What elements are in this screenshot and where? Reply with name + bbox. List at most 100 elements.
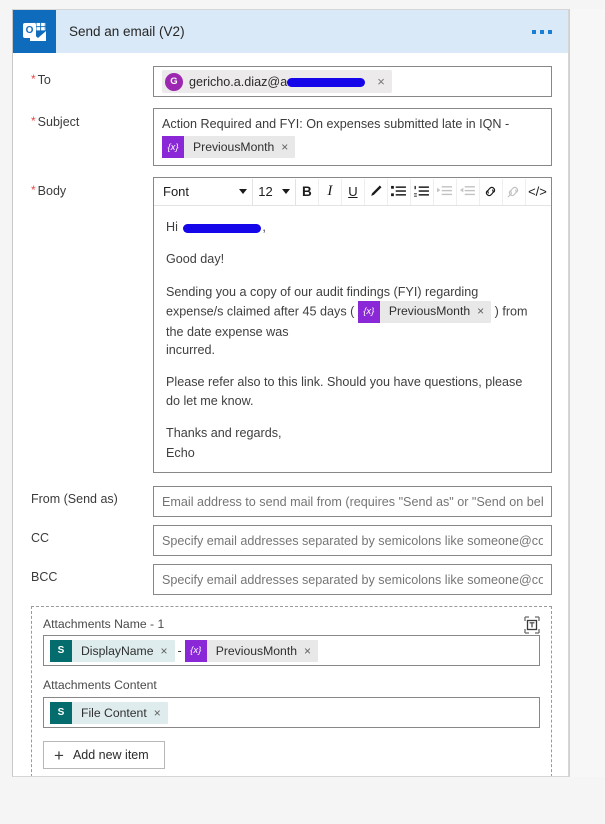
sharepoint-icon: S bbox=[50, 639, 72, 662]
italic-icon: I bbox=[327, 183, 333, 199]
remove-token-icon[interactable]: × bbox=[154, 706, 168, 720]
label-from: From (Send as) bbox=[31, 492, 118, 507]
attachments-content-label: Attachments Content - 1 bbox=[43, 678, 157, 693]
numbered-list-icon bbox=[414, 185, 430, 198]
attachment-name-separator: - bbox=[177, 643, 182, 658]
subject-text: Action Required and FYI: On expenses sub… bbox=[162, 117, 510, 131]
attachments-name-input[interactable]: S DisplayName × - {x} PreviousMonth × bbox=[43, 635, 540, 667]
font-family-value: Font bbox=[163, 184, 190, 199]
font-family-dropdown[interactable]: Font bbox=[156, 178, 254, 205]
insert-link-icon bbox=[483, 184, 498, 199]
card-title: Send an email (V2) bbox=[69, 24, 185, 39]
token-label: PreviousMonth bbox=[215, 643, 297, 658]
remove-link-icon bbox=[506, 184, 521, 199]
underline-button[interactable]: U bbox=[342, 178, 365, 205]
bcc-input[interactable] bbox=[153, 564, 552, 596]
variable-icon: {x} bbox=[184, 639, 207, 662]
card-body: * To G gericho.a.diaz@a × * Subject Acti… bbox=[13, 53, 568, 776]
subject-input[interactable]: Action Required and FYI: On expenses sub… bbox=[153, 108, 552, 166]
recipient-email: gericho.a.diaz@a bbox=[189, 75, 370, 89]
body-signoff-line2: Echo bbox=[166, 446, 195, 460]
variable-icon: {x} bbox=[162, 136, 184, 158]
dynamic-token-displayname[interactable]: S DisplayName × bbox=[50, 639, 175, 662]
from-input[interactable] bbox=[153, 486, 552, 518]
rte-content-area[interactable]: Hi , Good day! Sending you a copy of our… bbox=[154, 206, 551, 472]
chevron-down-icon bbox=[239, 189, 248, 194]
required-asterisk-to: * bbox=[31, 72, 36, 86]
field-row-cc: CC bbox=[13, 525, 568, 557]
label-cc: CC bbox=[31, 531, 50, 546]
increase-indent-button[interactable] bbox=[434, 178, 457, 205]
attachments-content-input[interactable]: S File Content × bbox=[43, 697, 540, 729]
underline-icon: U bbox=[348, 184, 358, 199]
pen-highlight-icon bbox=[368, 184, 383, 199]
body-paragraph-link: Please refer also to this link. Should y… bbox=[166, 375, 523, 408]
to-input[interactable]: G gericho.a.diaz@a × bbox=[153, 66, 552, 97]
dynamic-token-previousmonth[interactable]: {x} PreviousMonth × bbox=[162, 136, 296, 158]
token-label: PreviousMonth bbox=[193, 140, 275, 154]
field-row-subject: * Subject Action Required and FYI: On exp… bbox=[13, 108, 568, 166]
dynamic-token-previousmonth[interactable]: {x} PreviousMonth × bbox=[357, 300, 492, 323]
remove-recipient-icon[interactable]: × bbox=[377, 74, 385, 89]
required-asterisk-body: * bbox=[31, 183, 36, 197]
field-row-body: * Body Font 12 B I U </> Hi , Good day! … bbox=[13, 177, 568, 474]
decrease-indent-button[interactable] bbox=[457, 178, 480, 205]
label-bcc: BCC bbox=[31, 570, 58, 585]
body-paragraph-audit: Sending you a copy of our audit findings… bbox=[166, 284, 528, 358]
bold-button[interactable]: B bbox=[296, 178, 319, 205]
chevron-down-icon bbox=[281, 189, 290, 194]
token-label: DisplayName bbox=[81, 643, 154, 658]
token-label: File Content bbox=[81, 705, 147, 720]
plus-icon: + bbox=[54, 745, 64, 765]
right-gutter bbox=[569, 9, 605, 777]
sharepoint-icon: S bbox=[50, 701, 72, 724]
label-body: * Body bbox=[31, 183, 67, 198]
remove-link-button[interactable] bbox=[503, 178, 526, 205]
font-size-dropdown[interactable]: 12 bbox=[253, 178, 296, 205]
rich-text-editor: Font 12 B I U </> Hi , Good day! Sending… bbox=[153, 177, 552, 474]
label-to: * To bbox=[31, 72, 51, 87]
body-greeting: Hi , bbox=[166, 220, 266, 234]
code-view-icon: </> bbox=[528, 184, 547, 199]
switch-to-text-mode-icon[interactable] bbox=[522, 615, 542, 635]
outlook-icon: O bbox=[13, 10, 56, 53]
remove-token-icon[interactable]: × bbox=[304, 644, 318, 658]
attachments-group: Attachments Name - 1 S DisplayName × - {… bbox=[31, 606, 552, 776]
token-label: PreviousMonth bbox=[388, 303, 471, 318]
bold-icon: B bbox=[301, 184, 312, 199]
label-subject: * Subject bbox=[31, 114, 80, 129]
insert-link-button[interactable] bbox=[480, 178, 503, 205]
redaction-mark bbox=[287, 78, 366, 88]
add-new-item-button[interactable]: + Add new item bbox=[43, 741, 165, 770]
rte-toolbar: Font 12 B I U </> bbox=[154, 178, 551, 206]
remove-token-icon[interactable]: × bbox=[281, 140, 295, 154]
remove-token-icon[interactable]: × bbox=[477, 303, 491, 320]
remove-token-icon[interactable]: × bbox=[160, 644, 174, 658]
highlight-button[interactable] bbox=[365, 178, 388, 205]
send-email-action-card: O Send an email (V2) * To G gericho.a.dia… bbox=[12, 9, 569, 777]
bulleted-list-icon bbox=[391, 185, 407, 198]
decrease-indent-icon bbox=[460, 185, 476, 198]
field-row-from: From (Send as) bbox=[13, 486, 568, 518]
add-new-item-label: Add new item bbox=[72, 748, 149, 763]
cc-input[interactable] bbox=[153, 525, 552, 557]
code-view-button[interactable]: </> bbox=[526, 179, 549, 205]
field-row-bcc: BCC bbox=[13, 564, 568, 596]
italic-button[interactable]: I bbox=[319, 178, 342, 205]
more-options-icon[interactable] bbox=[530, 24, 554, 40]
dynamic-token-filecontent[interactable]: S File Content × bbox=[50, 701, 168, 724]
card-header: O Send an email (V2) bbox=[13, 10, 568, 53]
font-size-value: 12 bbox=[258, 184, 273, 199]
attachments-name-label: Attachments Name - 1 bbox=[43, 617, 165, 632]
page-root: O Send an email (V2) * To G gericho.a.dia… bbox=[0, 0, 605, 824]
increase-indent-icon bbox=[437, 185, 453, 198]
avatar: G bbox=[165, 72, 183, 91]
bulleted-list-button[interactable] bbox=[388, 178, 411, 205]
body-line-good-day: Good day! bbox=[166, 252, 225, 267]
recipient-chip[interactable]: G gericho.a.diaz@a × bbox=[162, 70, 392, 93]
dynamic-token-previousmonth[interactable]: {x} PreviousMonth × bbox=[184, 639, 319, 662]
redaction-mark bbox=[183, 223, 262, 233]
variable-icon: {x} bbox=[357, 300, 380, 323]
numbered-list-button[interactable] bbox=[411, 178, 434, 205]
required-asterisk-subject: * bbox=[31, 114, 36, 128]
